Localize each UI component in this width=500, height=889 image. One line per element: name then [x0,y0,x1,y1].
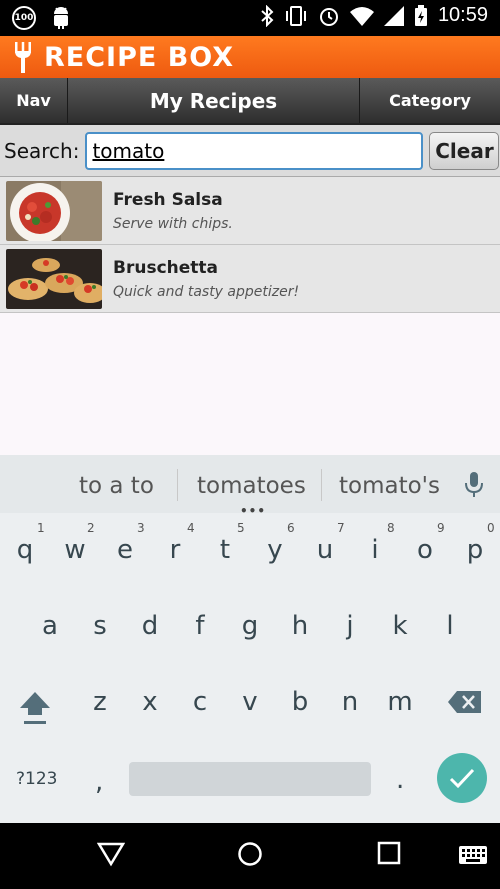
key-number-hint: 7 [337,521,345,535]
home-icon[interactable] [237,841,263,867]
clear-button[interactable]: Clear [429,131,500,170]
key-t[interactable]: t [205,535,245,565]
clock-time: 10:59 [437,4,488,26]
key-number-hint: 3 [137,521,145,535]
suggestion-item[interactable]: to a to [79,473,154,499]
key-k[interactable]: k [380,611,420,641]
list-item[interactable]: Bruschetta Quick and tasty appetizer! [0,245,500,313]
nav-bar: Nav My Recipes Category [0,78,500,123]
vibrate-icon [285,5,306,26]
fork-logo-icon [15,42,31,73]
recipe-name: Bruschetta [113,257,218,278]
key-number-hint: 5 [237,521,245,535]
key-i[interactable]: i [355,535,395,565]
search-bar: Search: Clear [0,123,500,177]
space-bar[interactable] [129,762,371,796]
key-c[interactable]: c [180,687,220,717]
battery-charging-icon [414,4,427,26]
key-b[interactable]: b [280,687,320,717]
key-q[interactable]: q [5,535,45,565]
key-h[interactable]: h [280,611,320,641]
key-number-hint: 2 [87,521,95,535]
wifi-icon [349,6,374,26]
key-number-hint: 9 [437,521,445,535]
bluetooth-icon [261,4,274,27]
status-bar: 100 10:59 [0,0,500,36]
category-button[interactable]: Category [360,78,500,123]
recents-icon[interactable] [377,841,401,865]
key-n[interactable]: n [330,687,370,717]
key-d[interactable]: d [130,611,170,641]
microphone-icon[interactable] [464,471,484,499]
search-input[interactable] [85,131,424,170]
key-number-hint: 1 [37,521,45,535]
key-f[interactable]: f [180,611,220,641]
app-title-bar: RECIPE BOX [0,36,500,78]
notification-badge-icon: 100 [12,6,36,30]
back-icon[interactable] [97,841,125,867]
key-number-hint: 8 [387,521,395,535]
key-x[interactable]: x [130,687,170,717]
key-s[interactable]: s [80,611,120,641]
key-v[interactable]: v [230,687,270,717]
recipe-description: Serve with chips. [113,215,233,232]
key-w[interactable]: w [55,535,95,565]
keyboard-switch-icon[interactable] [458,845,488,865]
key-r[interactable]: r [155,535,195,565]
list-item[interactable]: Fresh Salsa Serve with chips. [0,177,500,245]
alarm-icon [319,7,338,26]
key-u[interactable]: u [305,535,345,565]
key-p[interactable]: p [455,535,495,565]
key-number-hint: 4 [187,521,195,535]
page-title: My Recipes [68,78,360,123]
key-l[interactable]: l [430,611,470,641]
checkmark-icon [449,768,475,789]
nav-button[interactable]: Nav [0,78,68,123]
key-o[interactable]: o [405,535,445,565]
recipe-description: Quick and tasty appetizer! [113,283,300,300]
suggestion-item[interactable]: tomato's [339,473,440,499]
key-z[interactable]: z [80,687,120,717]
salsa-thumbnail-image [6,180,102,241]
recipe-list: Fresh Salsa Serve with chips. Bruschetta… [0,177,500,455]
signal-icon [383,5,404,26]
key-j[interactable]: j [330,611,370,641]
key-m[interactable]: m [380,687,420,717]
key-g[interactable]: g [230,611,270,641]
enter-key[interactable] [437,753,487,803]
search-label: Search: [4,138,80,163]
app-title: RECIPE BOX [44,41,235,73]
bruschetta-thumbnail-image [6,248,102,309]
key-y[interactable]: y [255,535,295,565]
recipe-name: Fresh Salsa [113,189,223,210]
suggestion-item[interactable]: tomatoes [197,473,306,499]
divider [177,469,178,501]
key-e[interactable]: e [105,535,145,565]
key-number-hint: 0 [487,521,495,535]
android-debug-icon [54,7,68,29]
system-nav-bar [0,823,500,889]
divider [321,469,322,501]
suggestion-strip: to a to tomatoes tomato's ••• [0,455,500,518]
key-a[interactable]: a [30,611,70,641]
key-number-hint: 6 [287,521,295,535]
